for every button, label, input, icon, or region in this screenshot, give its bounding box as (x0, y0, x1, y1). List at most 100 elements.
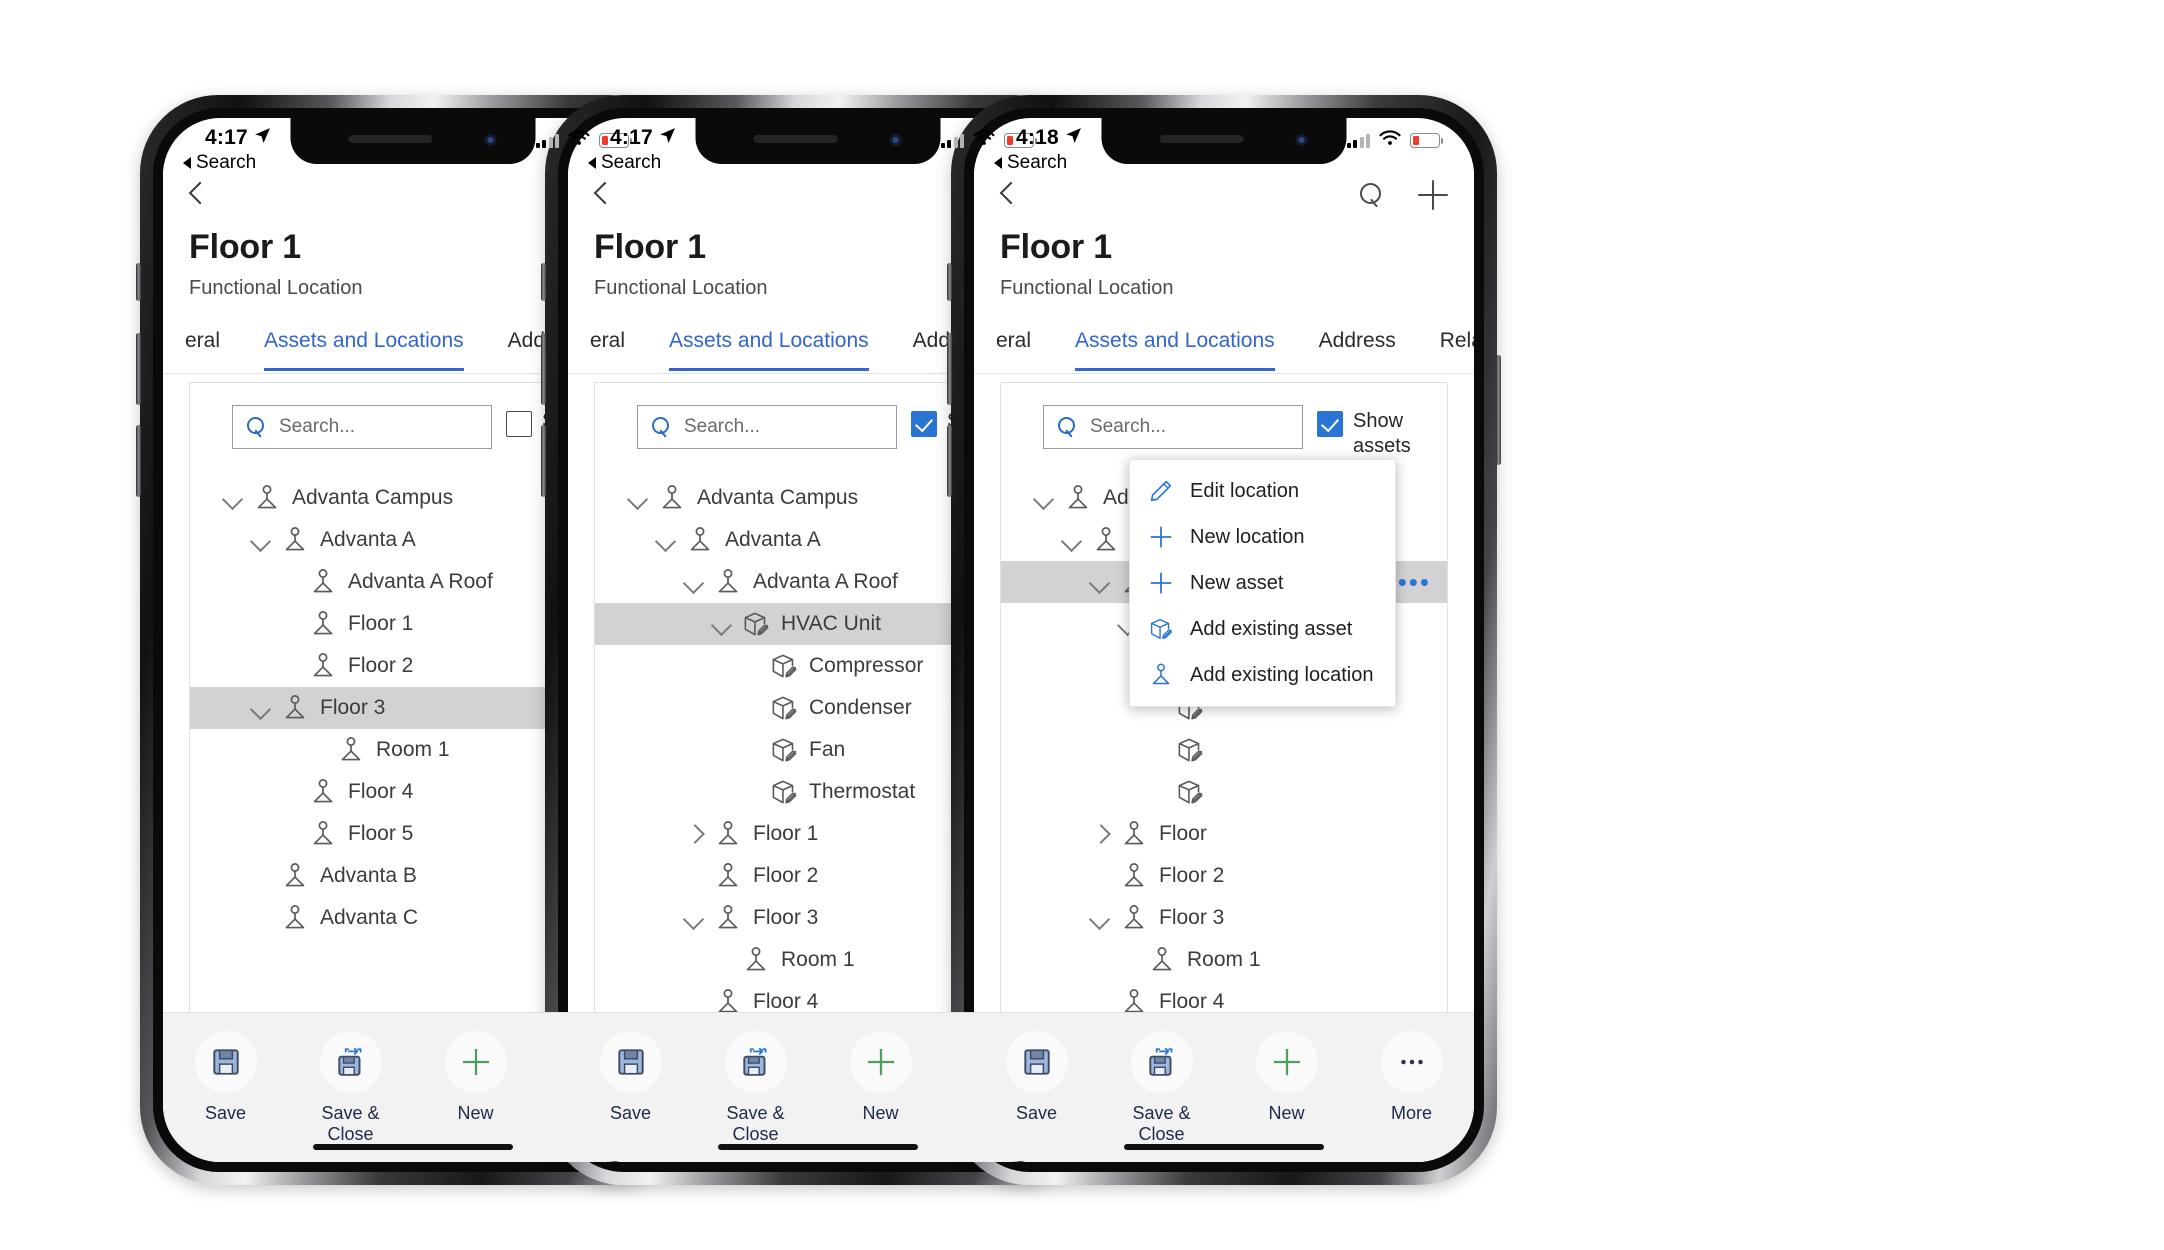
show-assets-label-line2: assets (1353, 435, 1411, 457)
mute-switch[interactable] (136, 263, 141, 301)
tree-row[interactable]: Floor (1001, 813, 1447, 855)
header-actions (1358, 180, 1448, 210)
row-ellipsis-icon[interactable]: ••• (1398, 569, 1431, 595)
tree-row[interactable] (1001, 771, 1447, 813)
tree-expand-toggle[interactable] (1083, 565, 1117, 599)
command-save[interactable]: Save (987, 1031, 1087, 1124)
functional-location-icon (711, 859, 745, 893)
tab-eral[interactable]: eral (974, 322, 1053, 360)
back-chevron-icon[interactable] (1000, 182, 1014, 208)
tree-expand-toggle[interactable] (244, 523, 278, 557)
tab-label: eral (185, 329, 221, 352)
command-label: Save (609, 1103, 652, 1123)
volume-down-button[interactable] (541, 425, 546, 497)
command-new[interactable]: New (426, 1031, 526, 1124)
context-menu-item-new-asset[interactable]: New asset (1130, 560, 1395, 606)
tree-expand-toggle[interactable] (1083, 901, 1117, 935)
show-assets-checkbox[interactable] (1317, 411, 1343, 437)
functional-location-icon (711, 817, 745, 851)
tree-expand-toggle[interactable] (244, 691, 278, 725)
search-icon[interactable] (1358, 181, 1386, 209)
tree-expand-toggle[interactable] (677, 565, 711, 599)
plus-icon[interactable] (1418, 180, 1448, 210)
search-input[interactable]: Search... (1043, 405, 1303, 449)
home-indicator[interactable] (313, 1144, 513, 1150)
tree-expand-toggle[interactable] (705, 607, 739, 641)
command-bar: Save Save & Close New More (974, 1012, 1474, 1162)
show-assets-checkbox[interactable] (911, 411, 937, 437)
screenshot-canvas: 4:17 Search Floor 1 Functional Location e… (0, 0, 2164, 1250)
back-chevron-icon[interactable] (189, 182, 203, 208)
command-new[interactable]: New (831, 1031, 931, 1124)
command-new[interactable]: New (1237, 1031, 1337, 1124)
home-indicator[interactable] (718, 1144, 918, 1150)
status-back-to-app[interactable]: Search (994, 152, 1067, 174)
tab-address[interactable]: Address (1297, 322, 1418, 360)
context-menu-item-label: New asset (1190, 571, 1284, 594)
tab-label: eral (996, 329, 1032, 352)
home-indicator[interactable] (1124, 1144, 1324, 1150)
context-menu-item-new-location[interactable]: New location (1130, 514, 1395, 560)
command-save-close[interactable]: Save & Close (706, 1031, 806, 1145)
functional-location-icon (711, 565, 745, 599)
battery-icon (1410, 133, 1443, 148)
context-menu-item-label: New location (1190, 525, 1305, 548)
tree-expand-toggle[interactable] (216, 481, 250, 515)
tree-expand-toggle[interactable] (621, 481, 655, 515)
status-back-to-app[interactable]: Search (183, 152, 256, 174)
volume-up-button[interactable] (947, 333, 952, 405)
command-save[interactable]: Save (581, 1031, 681, 1124)
tab-assets-and-locations[interactable]: Assets and Locations (1053, 322, 1297, 371)
search-input[interactable]: Search... (232, 405, 492, 449)
show-assets-checkbox-row[interactable]: Show assets (1317, 405, 1433, 459)
status-time-text: 4:17 (610, 126, 653, 149)
command-save-close[interactable]: Save & Close (301, 1031, 401, 1145)
tree-expand-toggle[interactable] (649, 523, 683, 557)
context-menu-item-add-existing-asset[interactable]: Add existing asset (1130, 606, 1395, 652)
phone-bezel: 4:18 Search Floor 1 Functional Location e… (964, 108, 1484, 1172)
tree-twisty-spacer (272, 817, 306, 851)
command-save[interactable]: Save (176, 1031, 276, 1124)
tree-row[interactable]: Floor 3 (1001, 897, 1447, 939)
search-input[interactable]: Search... (637, 405, 897, 449)
tab-assets-and-locations[interactable]: Assets and Locations (242, 322, 486, 371)
plus-icon (1255, 1031, 1318, 1093)
tab-relate[interactable]: Relate (1418, 322, 1474, 360)
tab-eral[interactable]: eral (568, 322, 647, 360)
tree-toolbar: Search... Show assets (1001, 383, 1447, 463)
tree-row-label: Advanta A Roof (753, 570, 898, 593)
power-button[interactable] (1496, 355, 1501, 465)
tree-expand-toggle[interactable] (677, 817, 711, 851)
status-back-to-app[interactable]: Search (588, 152, 661, 174)
tree-row-label: Advanta C (320, 906, 419, 929)
tree-expand-toggle[interactable] (1055, 523, 1089, 557)
command-more[interactable]: More (1362, 1031, 1462, 1124)
tree-row[interactable]: Floor 2 (1001, 855, 1447, 897)
mute-switch[interactable] (541, 263, 546, 301)
tree-twisty-spacer (272, 649, 306, 683)
tree-row-label: Room 1 (1187, 948, 1261, 971)
context-menu-item-edit-location[interactable]: Edit location (1130, 468, 1395, 514)
tree-row[interactable] (1001, 729, 1447, 771)
volume-up-button[interactable] (136, 333, 141, 405)
tree-expand-toggle[interactable] (677, 901, 711, 935)
command-save-close[interactable]: Save & Close (1112, 1031, 1212, 1145)
show-assets-checkbox[interactable] (506, 411, 532, 437)
context-menu-item-add-existing-location[interactable]: Add existing location (1130, 652, 1395, 698)
tree-expand-toggle[interactable] (1083, 817, 1117, 851)
save-and-close-icon (724, 1031, 787, 1093)
asset-box-icon (1173, 775, 1207, 809)
volume-down-button[interactable] (947, 425, 952, 497)
status-indicators (1346, 130, 1443, 151)
volume-down-button[interactable] (136, 425, 141, 497)
tab-eral[interactable]: eral (163, 322, 242, 360)
volume-up-button[interactable] (541, 333, 546, 405)
tree-row-label: Condenser (809, 696, 912, 719)
mute-switch[interactable] (947, 263, 952, 301)
tree-expand-toggle[interactable] (1027, 481, 1061, 515)
back-chevron-icon[interactable] (594, 182, 608, 208)
functional-location-icon (306, 817, 340, 851)
tab-assets-and-locations[interactable]: Assets and Locations (647, 322, 891, 371)
tree-row[interactable]: Room 1 (1001, 939, 1447, 981)
context-menu-item-label: Add existing location (1190, 663, 1374, 686)
